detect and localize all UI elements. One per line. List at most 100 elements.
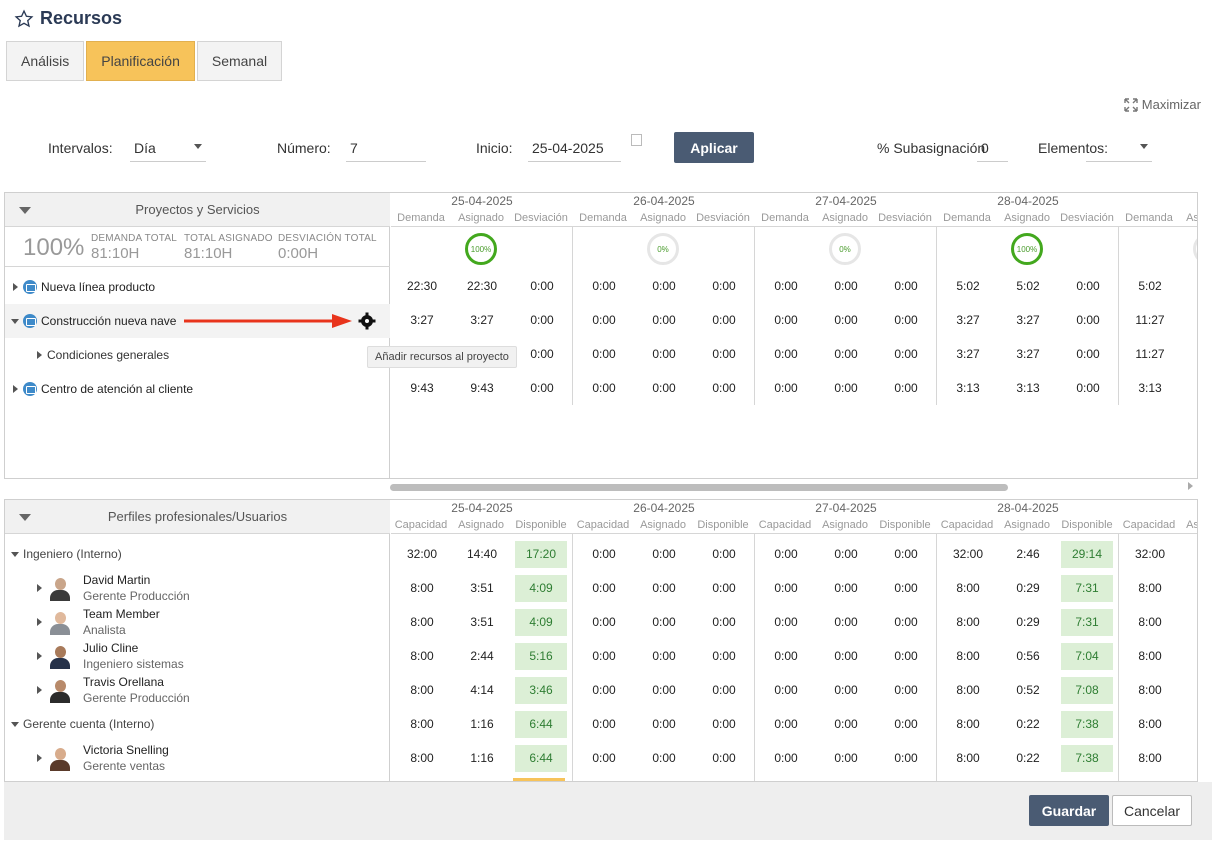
grid-cell: 0:00 <box>592 381 616 395</box>
grid-cell: 7:38 <box>1061 711 1113 738</box>
grid-cell: 8:00 <box>410 751 434 765</box>
maximize-button[interactable]: Maximizar <box>1124 97 1201 112</box>
grid-cell: 0:00 <box>652 279 676 293</box>
project-row[interactable]: Condiciones generales <box>5 338 390 372</box>
grid-cell: 0:00 <box>774 279 798 293</box>
column-subheader: Disponible <box>879 519 931 531</box>
inicio-checkbox[interactable] <box>631 134 642 146</box>
inicio-label: Inicio: <box>476 140 513 156</box>
tab-planificacion[interactable]: Planificación <box>86 41 195 81</box>
user-row[interactable]: David Martin Gerente Producción <box>5 571 390 605</box>
grid-cell: 0:00 <box>894 347 918 361</box>
column-subheader: Desviación <box>878 212 932 224</box>
grid-cell: 0:00 <box>834 717 858 731</box>
project-row[interactable]: Centro de atención al cliente <box>5 372 390 406</box>
expand-icon[interactable] <box>37 351 42 359</box>
project-row[interactable]: Nueva línea producto <box>5 270 390 304</box>
collapse-icon[interactable] <box>11 551 19 557</box>
tab-analisis[interactable]: Análisis <box>6 41 85 81</box>
grid-cell: 0:00 <box>652 381 676 395</box>
project-label: Centro de atención al cliente <box>41 382 194 396</box>
grid-cell: 29:14 <box>1061 541 1113 568</box>
profile-group-row[interactable]: Gerente cuenta (Interno) <box>5 707 390 741</box>
column-subheader: Capacidad <box>576 519 630 531</box>
grid-cell: 0:00 <box>712 581 736 595</box>
inicio-date-input[interactable]: 25-04-2025 <box>528 132 621 162</box>
avatar <box>47 677 73 703</box>
summary-demanda-label: DEMANDA TOTAL <box>91 233 177 244</box>
expand-icon[interactable] <box>37 584 42 592</box>
column-subheader: Asignado <box>458 212 504 224</box>
date-label: 28-04-2025 <box>997 501 1059 515</box>
grid-cell: 8:00 <box>410 717 434 731</box>
grid-cell: 3:27 <box>470 313 494 327</box>
numero-input[interactable]: 7 <box>346 132 426 162</box>
grid-cell: 3:27 <box>1016 313 1040 327</box>
tab-semanal[interactable]: Semanal <box>196 41 283 81</box>
grid-cell: 2:46 <box>1016 547 1040 561</box>
column-subheader: Capacidad <box>940 519 994 531</box>
grid-cell: 14:40 <box>466 547 498 561</box>
grid-cell: 8:00 <box>410 615 434 629</box>
grid-cell: 0:00 <box>774 751 798 765</box>
projects-panel: Proyectos y Servicios 100% DEMANDA TOTAL… <box>4 192 1198 479</box>
expand-icon[interactable] <box>37 618 42 626</box>
grid-cell: 0:56 <box>1016 649 1040 663</box>
collapse-icon[interactable] <box>11 721 19 727</box>
tooltip: Añadir recursos al proyecto <box>367 346 517 368</box>
grid-cell: 0:00 <box>834 547 858 561</box>
column-subheader: Demanda <box>579 212 627 224</box>
column-subheader: Capacidad <box>1122 519 1176 531</box>
grid-cell: 0:00 <box>652 547 676 561</box>
grid-cell: 2:44 <box>470 649 494 663</box>
column-subheader: Desviación <box>514 212 568 224</box>
collapse-icon[interactable] <box>11 318 19 324</box>
expand-icon[interactable] <box>13 283 18 291</box>
grid-cell: 7:04 <box>1061 643 1113 670</box>
expand-icon[interactable] <box>37 652 42 660</box>
user-role: Analista <box>83 623 126 637</box>
grid-cell: 0:00 <box>652 683 676 697</box>
user-role: Gerente ventas <box>83 759 166 773</box>
elementos-select[interactable] <box>1086 132 1152 162</box>
cancel-button[interactable]: Cancelar <box>1112 795 1192 826</box>
apply-button[interactable]: Aplicar <box>674 132 754 163</box>
grid-cell: 32:00 <box>952 547 984 561</box>
profile-group-row[interactable]: Ingeniero (Interno) <box>5 537 390 571</box>
grid-cell: 11:27 <box>1135 313 1165 327</box>
gear-icon[interactable] <box>358 312 376 330</box>
grid-cell: 0:00 <box>652 615 676 629</box>
star-icon[interactable] <box>14 9 34 29</box>
projects-grid: 25-04-2025 Demanda Asignado Desviación 26-04… <box>391 193 1197 478</box>
grid-cell: 5:02 <box>1016 279 1040 293</box>
summary-percent: 100% <box>23 234 85 261</box>
user-row[interactable]: Victoria Snelling Gerente ventas <box>5 741 390 775</box>
grid-cell: 0:00 <box>894 313 918 327</box>
intervalos-select[interactable]: Día <box>130 132 206 162</box>
expand-icon[interactable] <box>37 754 42 762</box>
grid-cell: 0:00 <box>712 547 736 561</box>
grid-cell: 0:29 <box>1016 581 1040 595</box>
subasignacion-input[interactable]: 0 <box>977 132 1008 162</box>
grid-cell: 0:00 <box>530 279 554 293</box>
grid-cell: 0:00 <box>652 717 676 731</box>
grid-cell: 4:09 <box>515 575 567 602</box>
grid-cell: 0:29 <box>1016 615 1040 629</box>
save-button[interactable]: Guardar <box>1029 795 1109 826</box>
column-separator <box>1118 534 1119 781</box>
user-row[interactable]: Travis Orellana Gerente Producción <box>5 673 390 707</box>
avatar <box>47 643 73 669</box>
scroll-right-icon[interactable] <box>1188 482 1193 490</box>
column-subheader: Asignado <box>822 519 868 531</box>
grid-cell: 0:00 <box>652 313 676 327</box>
grid-cell: 11:27 <box>1135 347 1165 361</box>
expand-icon[interactable] <box>37 686 42 694</box>
expand-icon[interactable] <box>13 385 18 393</box>
user-row[interactable]: Team Member Analista <box>5 605 390 639</box>
horizontal-scrollbar[interactable] <box>390 484 1008 491</box>
grid-cell: 3:51 <box>470 581 494 595</box>
projects-header-label: Proyectos y Servicios <box>135 202 260 217</box>
grid-cell: 4:09 <box>515 609 567 636</box>
user-row[interactable]: Julio Cline Ingeniero sistemas <box>5 639 390 673</box>
grid-cell: 0:00 <box>592 279 616 293</box>
